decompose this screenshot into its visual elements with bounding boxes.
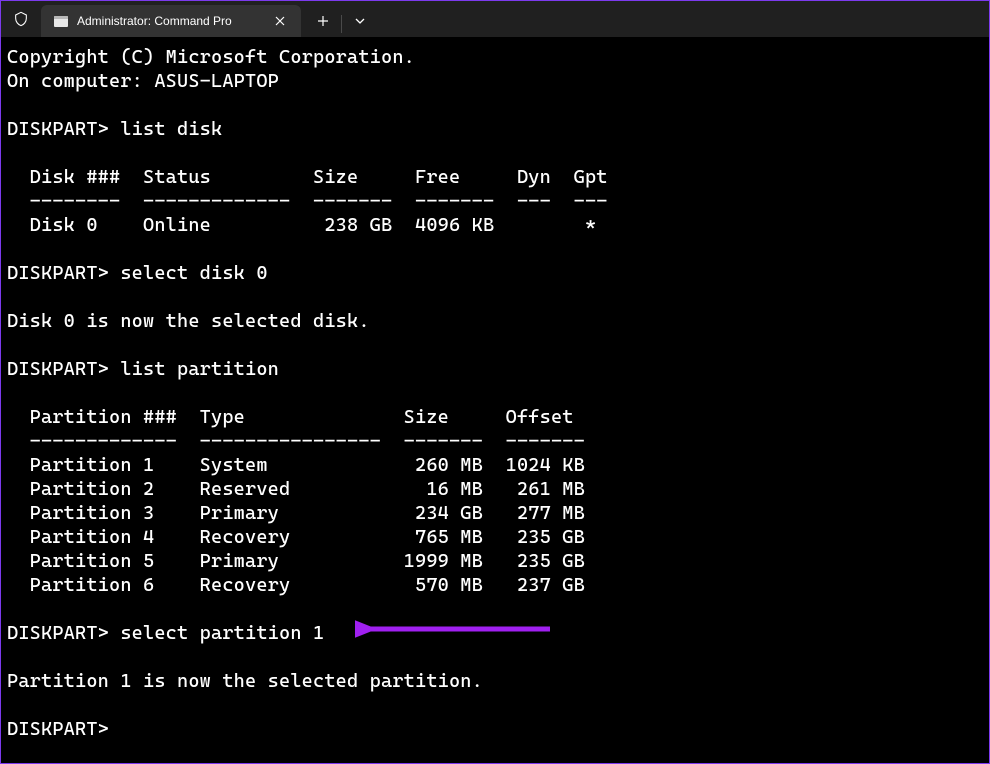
tab-active[interactable]: Administrator: Command Pro: [41, 5, 301, 37]
terminal-output: Copyright (C) Microsoft Corporation. On …: [7, 46, 608, 740]
titlebar: Administrator: Command Pro: [1, 1, 989, 37]
close-icon: [275, 16, 285, 26]
new-tab-button[interactable]: [305, 7, 341, 35]
annotation-arrow: [355, 617, 555, 641]
app-icon: [1, 1, 41, 37]
plus-icon: [317, 15, 329, 27]
tab-close-button[interactable]: [271, 12, 289, 30]
tab-title: Administrator: Command Pro: [77, 14, 263, 28]
tab-dropdown-button[interactable]: [342, 7, 378, 35]
cmd-icon: [53, 13, 69, 29]
terminal-viewport[interactable]: Copyright (C) Microsoft Corporation. On …: [1, 37, 989, 763]
tab-controls: [305, 1, 378, 37]
chevron-down-icon: [355, 18, 365, 24]
shield-icon: [13, 11, 29, 27]
tab-strip: Administrator: Command Pro: [1, 1, 378, 37]
